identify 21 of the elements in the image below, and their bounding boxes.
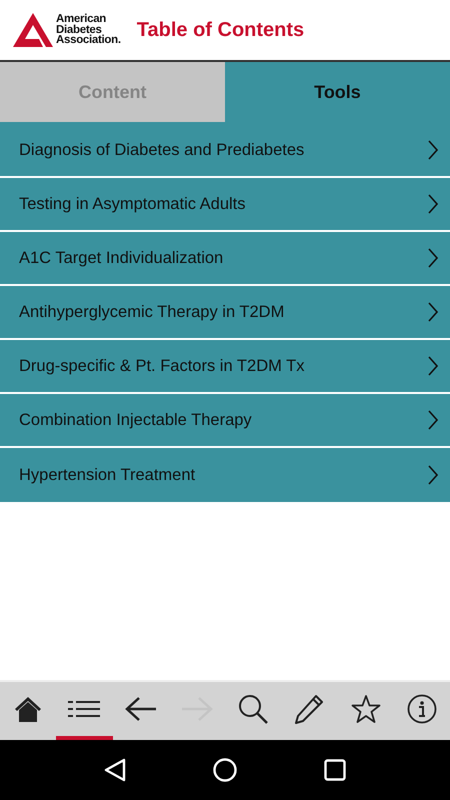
home-icon [13,694,44,724]
chevron-icon [428,465,438,485]
chevron-icon [428,410,438,430]
star-icon [350,694,381,724]
search-icon [238,694,268,724]
logo-icon [13,13,53,47]
page-title: Table of Contents [136,18,304,42]
logo-text: American Diabetes Association. [56,14,121,46]
circle-icon [212,758,237,782]
tab[interactable]: Tools [225,62,450,122]
info-icon [406,694,437,724]
chevron-icon [428,356,438,376]
chevron-icon [428,140,438,160]
chevron-icon [428,194,438,214]
pencil-icon [294,694,324,724]
list-icon [68,699,100,719]
chevron-icon [428,302,438,322]
square-icon [324,759,346,781]
back-arrow-icon [124,696,157,722]
chevron-icon [428,248,438,268]
triangle-icon [104,758,126,782]
